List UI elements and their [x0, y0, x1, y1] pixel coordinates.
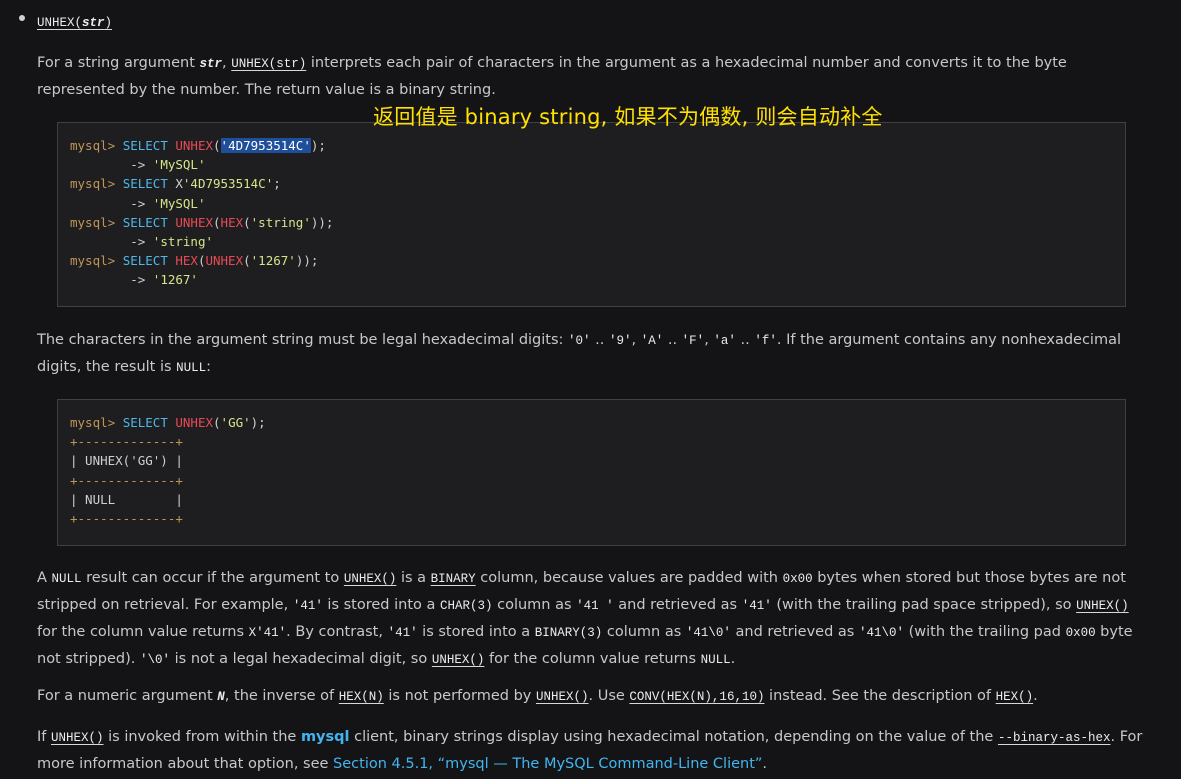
binary-as-hex-link[interactable]: --binary-as-hex	[998, 731, 1111, 745]
code-example-unhex: mysql> SELECT UNHEX('4D7953514C'); -> 'M…	[57, 122, 1126, 307]
hex-digits-paragraph: The characters in the argument string mu…	[37, 332, 1121, 375]
unhex-str-link[interactable]: UNHEX(str)	[231, 57, 306, 71]
mysql-client-name: mysql	[300, 729, 350, 745]
section-4-5-1-link[interactable]: Section 4.5.1, “mysql — The MySQL Comman…	[333, 756, 762, 772]
unhex-link[interactable]: UNHEX()	[1076, 599, 1129, 613]
numeric-argument-paragraph: For a numeric argument N, the inverse of…	[37, 688, 1038, 704]
list-bullet	[19, 15, 25, 21]
mysql-client-paragraph: If UNHEX() is invoked from within the my…	[37, 729, 1143, 772]
unhex-heading-link[interactable]: UNHEX(str)	[37, 16, 112, 30]
unhex-link[interactable]: UNHEX()	[432, 653, 485, 667]
conv-link[interactable]: CONV(HEX(N),16,10)	[629, 690, 764, 704]
unhex-link[interactable]: UNHEX()	[344, 572, 397, 586]
null-result-paragraph: A NULL result can occur if the argument …	[37, 570, 1133, 667]
selected-text: '4D7953514C'	[220, 138, 311, 153]
annotation-overlay: 返回值是 binary string, 如果不为偶数, 则会自动补全	[373, 105, 883, 129]
code-example-null: mysql> SELECT UNHEX('GG'); +------------…	[57, 399, 1126, 546]
binary-link[interactable]: BINARY	[431, 572, 476, 586]
unhex-link[interactable]: UNHEX()	[536, 690, 589, 704]
string-argument-paragraph: For a string argument str, UNHEX(str) in…	[37, 55, 1067, 98]
hex-n-link[interactable]: HEX(N)	[339, 690, 384, 704]
function-heading: UNHEX(str)	[37, 12, 112, 33]
unhex-link[interactable]: UNHEX()	[51, 731, 104, 745]
hex-link[interactable]: HEX()	[996, 690, 1034, 704]
